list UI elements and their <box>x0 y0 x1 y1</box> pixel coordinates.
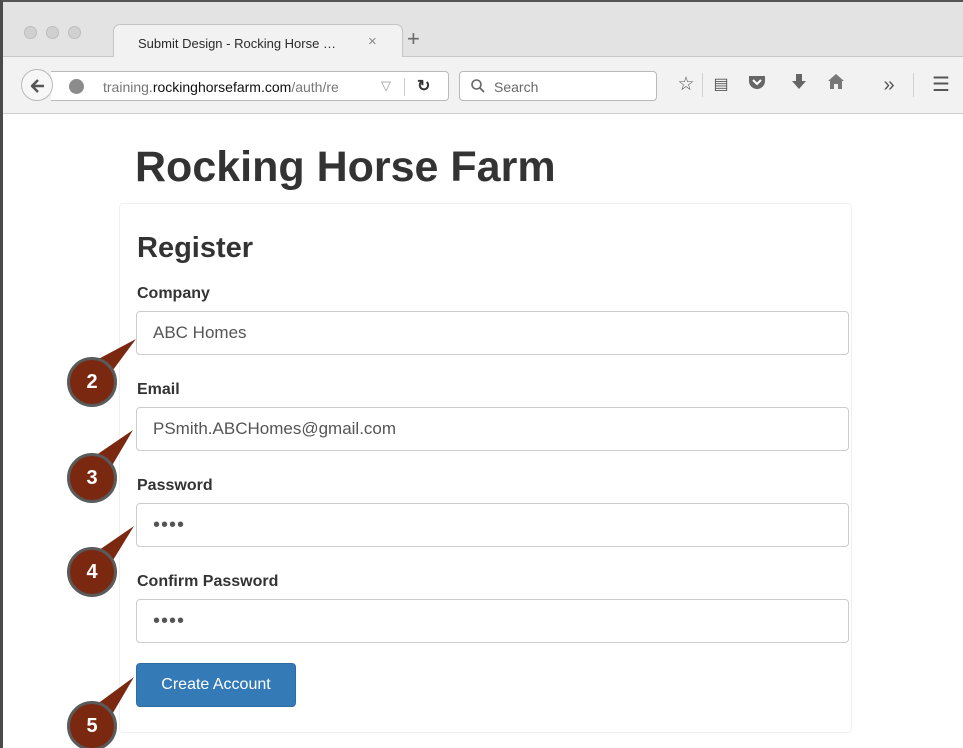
search-bar[interactable]: Search <box>459 71 657 101</box>
callout-marker-3: 3 <box>67 453 117 503</box>
home-shape <box>828 74 844 89</box>
site-title: Rocking Horse Farm <box>135 143 556 191</box>
reload-icon[interactable]: ↻ <box>417 76 430 96</box>
bookmark-star-icon[interactable]: ☆ <box>673 73 699 97</box>
tab-strip: Submit Design - Rocking Horse … × + <box>3 2 963 58</box>
new-tab-button[interactable]: + <box>407 28 420 50</box>
url-bar[interactable]: training.rockinghorsefarm.com/auth/re ▽ … <box>51 71 449 101</box>
search-placeholder: Search <box>494 79 539 95</box>
callout-marker-2: 2 <box>67 357 117 407</box>
tab-submit-design[interactable]: Submit Design - Rocking Horse … × <box>113 24 403 58</box>
callout-marker-5: 5 <box>67 701 117 748</box>
overflow-chevron-icon[interactable]: » <box>876 73 902 97</box>
close-window-button[interactable] <box>24 26 37 39</box>
url-divider <box>404 78 405 96</box>
tab-close-icon[interactable]: × <box>368 33 377 50</box>
company-input[interactable]: ABC Homes <box>136 311 849 355</box>
password-input[interactable]: •••• <box>136 503 849 547</box>
url-domain: rockinghorsefarm.com <box>152 79 292 95</box>
home-icon[interactable] <box>823 73 849 97</box>
email-input[interactable]: PSmith.ABCHomes@gmail.com <box>136 407 849 451</box>
confirm-password-label: Confirm Password <box>137 573 279 590</box>
register-panel <box>119 203 852 733</box>
form-title: Register <box>137 232 254 264</box>
download-arrow <box>792 74 806 89</box>
toolbar-divider <box>702 73 703 97</box>
reading-list-icon[interactable]: ▤ <box>708 73 734 97</box>
create-account-button[interactable]: Create Account <box>136 663 296 707</box>
menu-icon[interactable]: ☰ <box>928 73 954 97</box>
confirm-password-input[interactable]: •••• <box>136 599 849 643</box>
callout-marker-4: 4 <box>67 547 117 597</box>
zoom-window-button[interactable] <box>68 26 81 39</box>
url-path: /auth/re <box>291 79 339 95</box>
toolbar-divider <box>913 73 914 97</box>
page-content: Rocking Horse Farm Register Company ABC … <box>3 115 963 748</box>
url-history-dropdown-icon[interactable]: ▽ <box>381 78 391 94</box>
url-prefix: training. <box>103 79 153 95</box>
pocket-icon[interactable] <box>744 73 770 97</box>
password-label: Password <box>137 477 213 494</box>
navigation-toolbar: training.rockinghorsefarm.com/auth/re ▽ … <box>3 57 963 114</box>
back-button[interactable] <box>21 69 53 101</box>
company-label: Company <box>137 285 210 302</box>
browser-window: Submit Design - Rocking Horse … × + trai… <box>0 0 963 748</box>
email-label: Email <box>137 381 180 398</box>
tab-title: Submit Design - Rocking Horse … <box>138 36 336 51</box>
url-text[interactable]: training.rockinghorsefarm.com/auth/re <box>103 79 371 95</box>
pocket-shape <box>749 76 765 89</box>
site-identity-globe-icon[interactable] <box>69 79 84 94</box>
minimize-window-button[interactable] <box>46 26 59 39</box>
download-icon[interactable] <box>786 73 812 98</box>
back-arrow-icon <box>30 79 44 93</box>
search-icon <box>471 79 485 93</box>
